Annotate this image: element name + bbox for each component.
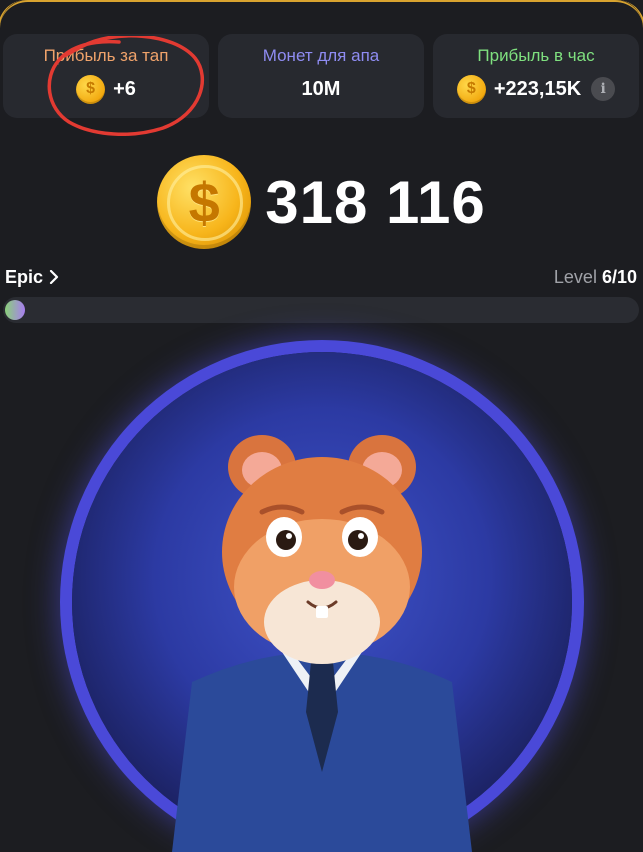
tap-button[interactable] bbox=[72, 352, 572, 852]
league-label: Epic bbox=[5, 266, 44, 287]
stats-bar: Прибыль за тап +6 Монет для апа 10M Приб… bbox=[3, 34, 639, 136]
stat-value: 10M bbox=[301, 77, 341, 100]
stat-label: Прибыль в час bbox=[477, 46, 595, 65]
level-progress-bar bbox=[3, 297, 639, 323]
stat-card-coins-to-level-up[interactable]: Монет для апа 10M bbox=[218, 34, 424, 118]
level-indicator: Level 6/10 bbox=[553, 266, 637, 287]
hamster-mascot bbox=[172, 435, 472, 852]
coin-icon bbox=[76, 74, 106, 104]
coin-icon bbox=[456, 74, 486, 104]
stat-value: +6 bbox=[113, 77, 136, 100]
chevron-right-icon bbox=[49, 270, 59, 284]
level-progress-fill bbox=[5, 300, 25, 320]
stat-card-profit-per-hour[interactable]: Прибыль в час +223,15K i bbox=[433, 34, 639, 118]
league-link[interactable]: Epic bbox=[5, 267, 59, 288]
stat-label: Монет для апа bbox=[262, 46, 380, 65]
coin-balance: 318 116 bbox=[0, 150, 643, 254]
level-value: 6/10 bbox=[601, 266, 637, 287]
stat-value: +223,15K bbox=[493, 77, 582, 100]
stat-label: Прибыль за тап bbox=[43, 46, 169, 65]
info-icon[interactable]: i bbox=[591, 77, 616, 101]
balance-value: 318 116 bbox=[265, 168, 486, 236]
big-coin-icon bbox=[157, 155, 252, 249]
stat-card-earn-per-tap[interactable]: Прибыль за тап +6 bbox=[3, 34, 209, 118]
